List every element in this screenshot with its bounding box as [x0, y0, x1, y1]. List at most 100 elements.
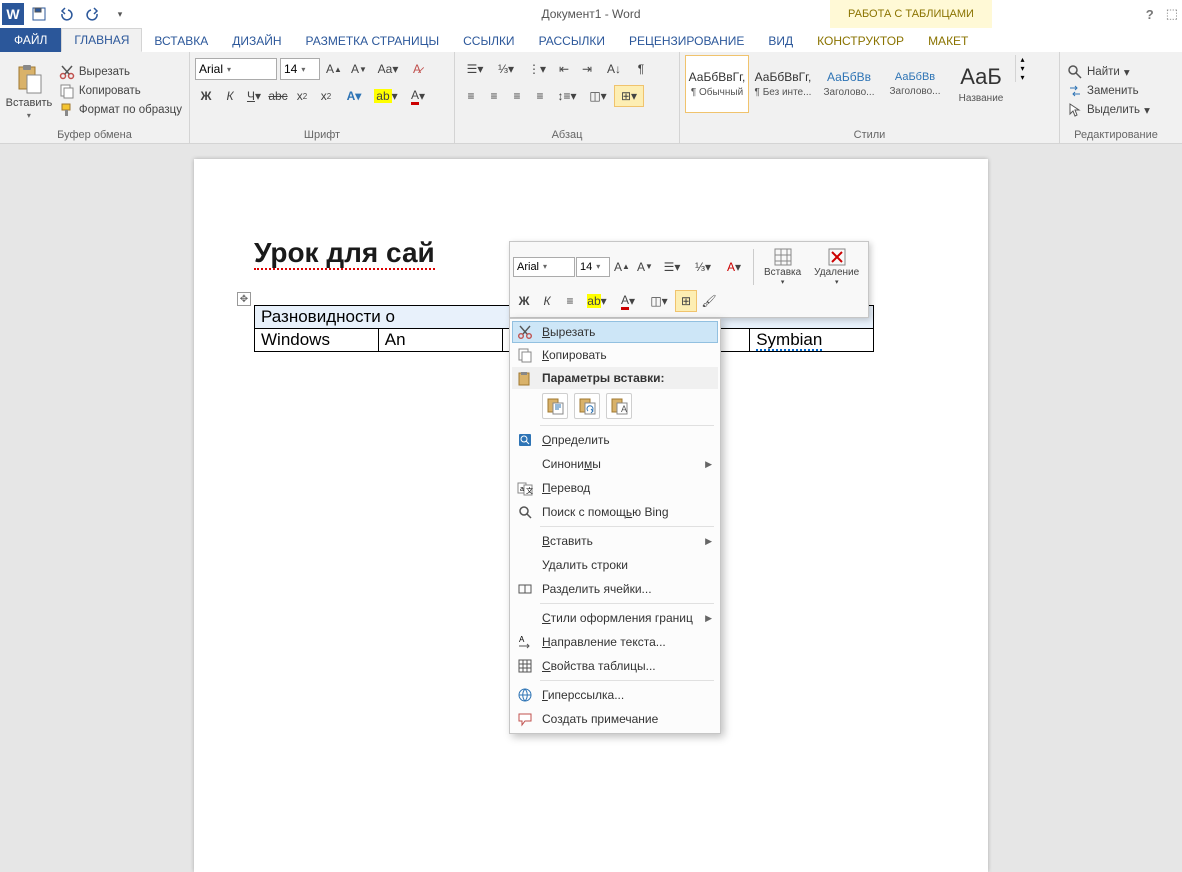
mini-insert-button[interactable]: Вставка▾ [758, 245, 807, 288]
qat-save-icon[interactable] [27, 2, 51, 26]
cm-bing-search[interactable]: Поиск с помощью Bing [512, 500, 718, 524]
ribbon-options-icon[interactable]: ⬚ [1166, 6, 1178, 22]
table-cell[interactable]: Symbian [750, 329, 874, 352]
cm-cut[interactable]: Вырезать [512, 321, 718, 343]
cm-copy[interactable]: Копировать [512, 343, 718, 367]
sort-icon[interactable]: A↓ [599, 58, 629, 80]
cm-synonyms[interactable]: Синонимы▶ [512, 452, 718, 476]
bold-icon[interactable]: Ж [195, 85, 217, 107]
cm-table-properties[interactable]: Свойства таблицы... [512, 654, 718, 678]
style-title[interactable]: АаБНазвание [949, 55, 1013, 113]
tab-page-layout[interactable]: РАЗМЕТКА СТРАНИЦЫ [294, 30, 452, 52]
line-spacing-icon[interactable]: ↕≡▾ [552, 85, 582, 107]
mini-align-icon[interactable]: ≡ [559, 290, 581, 312]
tab-insert[interactable]: ВСТАВКА [142, 30, 220, 52]
mini-delete-button[interactable]: Удаление▾ [808, 245, 865, 288]
shrink-font-icon[interactable]: A▼ [348, 58, 370, 80]
text-effects-icon[interactable]: A▾ [339, 85, 369, 107]
clear-formatting-icon[interactable]: A̷ [406, 58, 428, 80]
help-icon[interactable]: ? [1146, 7, 1154, 22]
text-direction-icon: A [514, 633, 536, 651]
bullets-icon[interactable]: ☰▾ [460, 58, 490, 80]
cm-define[interactable]: Определить [512, 428, 718, 452]
tab-file[interactable]: ФАЙЛ [0, 28, 61, 52]
tab-design[interactable]: ДИЗАЙН [220, 30, 293, 52]
cm-split-cells[interactable]: Разделить ячейки... [512, 577, 718, 601]
tab-constructor[interactable]: КОНСТРУКТОР [805, 30, 916, 52]
borders-icon[interactable]: ⊞▾ [614, 85, 644, 107]
mini-format-painter-icon[interactable]: 🖌 [698, 290, 720, 312]
tab-review[interactable]: РЕЦЕНЗИРОВАНИЕ [617, 30, 756, 52]
paste-text-only-icon[interactable]: A [606, 393, 632, 419]
mini-styles-icon[interactable]: A▾ [719, 256, 749, 278]
change-case-icon[interactable]: Aa▾ [373, 58, 403, 80]
font-name-combo[interactable]: Arial▾ [195, 58, 277, 80]
styles-more-icon[interactable]: ▴▾▾ [1015, 55, 1029, 82]
highlight-icon[interactable]: ab▾ [371, 85, 401, 107]
style-heading2[interactable]: АаБбВвЗаголово... [883, 55, 947, 113]
mini-italic-icon[interactable]: К [536, 290, 558, 312]
cm-delete-rows[interactable]: Удалить строки [512, 553, 718, 577]
qat-redo-icon[interactable] [81, 2, 105, 26]
increase-indent-icon[interactable]: ⇥ [576, 58, 598, 80]
qat-customize-icon[interactable]: ▾ [108, 2, 132, 26]
mini-font-color-icon[interactable]: A▾ [613, 290, 643, 312]
table-cell[interactable]: An [378, 329, 502, 352]
cm-hyperlink[interactable]: Гиперссылка... [512, 683, 718, 707]
mini-bullets-icon[interactable]: ☰▾ [657, 256, 687, 278]
paste-button[interactable]: Вставить ▾ [5, 55, 53, 127]
qat-undo-icon[interactable] [54, 2, 78, 26]
subscript-icon[interactable]: x2 [291, 85, 313, 107]
find-button[interactable]: Найти ▾ [1065, 63, 1152, 81]
align-center-icon[interactable]: ≡ [483, 85, 505, 107]
style-no-spacing[interactable]: АаБбВвГг,¶ Без инте... [751, 55, 815, 113]
table-move-handle-icon[interactable]: ✥ [237, 292, 251, 306]
style-normal[interactable]: АаБбВвГг,¶ Обычный [685, 55, 749, 113]
italic-icon[interactable]: К [219, 85, 241, 107]
align-left-icon[interactable]: ≡ [460, 85, 482, 107]
cm-text-direction[interactable]: AНаправление текста... [512, 630, 718, 654]
tab-home[interactable]: ГЛАВНАЯ [61, 28, 142, 52]
grow-font-icon[interactable]: A▲ [323, 58, 345, 80]
justify-icon[interactable]: ≡ [529, 85, 551, 107]
paste-keep-formatting-icon[interactable] [542, 393, 568, 419]
align-right-icon[interactable]: ≡ [506, 85, 528, 107]
style-heading1[interactable]: АаБбВвЗаголово... [817, 55, 881, 113]
cm-border-styles[interactable]: Стили оформления границ▶ [512, 606, 718, 630]
table-cell[interactable]: Windows [255, 329, 379, 352]
mini-shading-icon[interactable]: ◫▾ [644, 290, 674, 312]
cm-translate[interactable]: a文Перевод [512, 476, 718, 500]
show-marks-icon[interactable]: ¶ [630, 58, 652, 80]
font-size-combo[interactable]: 14▾ [280, 58, 320, 80]
multilevel-list-icon[interactable]: ⋮▾ [522, 58, 552, 80]
numbering-icon[interactable]: ⅓▾ [491, 58, 521, 80]
mini-grow-font-icon[interactable]: A▲ [611, 256, 633, 278]
format-painter-button[interactable]: Формат по образцу [57, 101, 184, 119]
cut-button[interactable]: Вырезать [57, 63, 184, 81]
paste-merge-formatting-icon[interactable] [574, 393, 600, 419]
underline-icon[interactable]: Ч▾ [243, 85, 265, 107]
copy-button[interactable]: Копировать [57, 82, 184, 100]
mini-highlight-icon[interactable]: ab▾ [582, 290, 612, 312]
mini-numbering-icon[interactable]: ⅓▾ [688, 256, 718, 278]
strikethrough-icon[interactable]: abc [267, 85, 289, 107]
tab-view[interactable]: ВИД [756, 30, 805, 52]
decrease-indent-icon[interactable]: ⇤ [553, 58, 575, 80]
select-button[interactable]: Выделить ▾ [1065, 101, 1152, 119]
superscript-icon[interactable]: x2 [315, 85, 337, 107]
group-editing-label: Редактирование [1065, 127, 1167, 143]
mini-borders-icon[interactable]: ⊞ [675, 290, 697, 312]
mini-bold-icon[interactable]: Ж [513, 290, 535, 312]
mini-size-combo[interactable]: 14▾ [576, 257, 610, 277]
mini-font-combo[interactable]: Arial▾ [513, 257, 575, 277]
shading-icon[interactable]: ◫▾ [583, 85, 613, 107]
replace-button[interactable]: Заменить [1065, 82, 1152, 100]
tab-layout-table[interactable]: МАКЕТ [916, 30, 980, 52]
mini-shrink-font-icon[interactable]: A▼ [634, 256, 656, 278]
translate-icon: a文 [514, 479, 536, 497]
tab-references[interactable]: ССЫЛКИ [451, 30, 526, 52]
cm-insert[interactable]: Вставить▶ [512, 529, 718, 553]
tab-mailings[interactable]: РАССЫЛКИ [527, 30, 617, 52]
font-color-icon[interactable]: A▾ [403, 85, 433, 107]
cm-new-comment[interactable]: Создать примечание [512, 707, 718, 731]
